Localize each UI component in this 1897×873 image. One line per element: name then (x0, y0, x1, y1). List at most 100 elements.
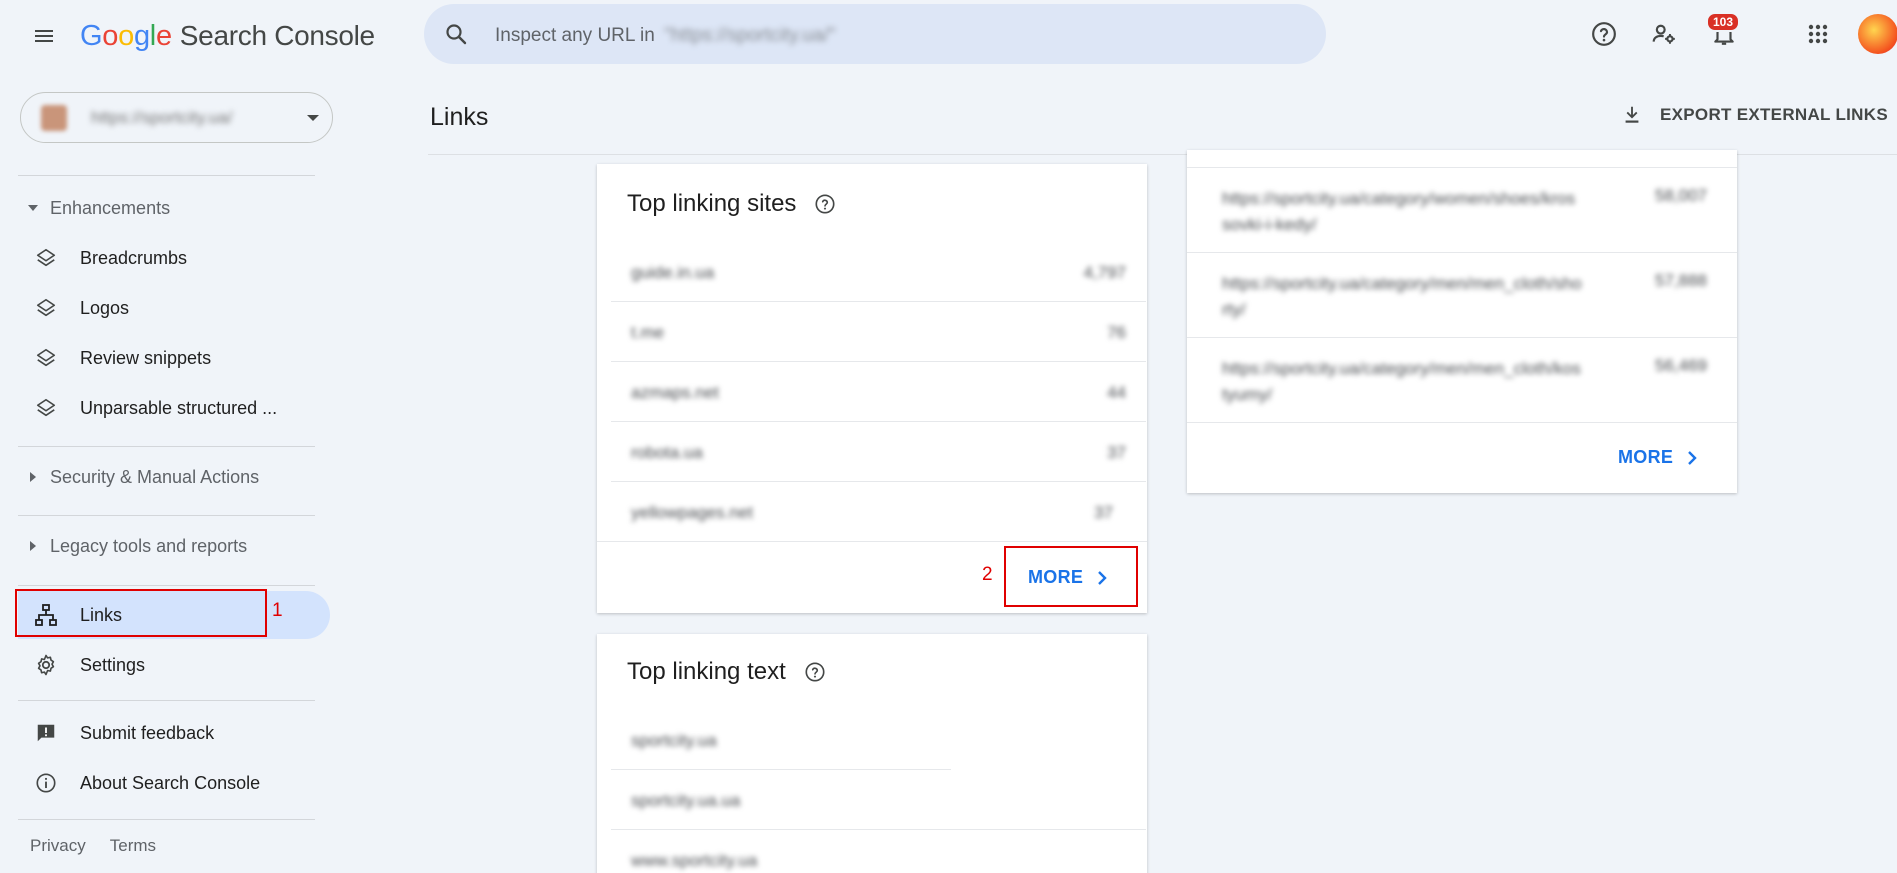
link-count: 76 (1107, 323, 1126, 342)
more-label: MORE (1618, 447, 1674, 467)
product-name: Search Console (179, 20, 375, 51)
section-security-label: Security & Manual Actions (50, 466, 260, 487)
privacy-link[interactable]: Privacy (30, 836, 86, 856)
table-row[interactable]: t.me 76 (611, 303, 1146, 362)
card-title: Top linking text (627, 658, 826, 686)
section-legacy-tools[interactable]: Legacy tools and reports (26, 534, 247, 558)
top-linked-pages-more-button[interactable]: MORE (1618, 447, 1701, 468)
export-label: EXPORT EXTERNAL LINKS (1660, 105, 1888, 124)
sidebar-item-about[interactable]: About Search Console (18, 759, 330, 807)
site-name: robota.ua (631, 443, 703, 462)
sidebar-divider (18, 700, 315, 701)
table-row[interactable]: yellowpages.net 37 (597, 483, 1147, 542)
sidebar-item-label: Review snippets (80, 347, 212, 368)
main-menu-button[interactable] (26, 18, 62, 54)
sidebar-item-breadcrumbs[interactable]: Breadcrumbs (18, 234, 330, 282)
layers-icon (34, 346, 58, 370)
collapse-triangle-icon (26, 201, 40, 215)
sidebar-item-settings[interactable]: Settings (18, 641, 330, 689)
layers-icon (34, 296, 58, 320)
table-row[interactable]: https://sportcity.ua/category/men/men_cl… (1187, 338, 1737, 423)
site-name: yellowpages.net (631, 503, 753, 522)
card-top-divider (1187, 150, 1737, 168)
terms-link[interactable]: Terms (110, 836, 156, 856)
link-count: 4,797 (1083, 263, 1126, 282)
sidebar-item-logos[interactable]: Logos (18, 284, 330, 332)
dropdown-caret-icon (307, 115, 319, 121)
table-row[interactable]: robota.ua 37 (611, 423, 1146, 482)
table-row[interactable]: azmaps.net 44 (611, 363, 1146, 422)
url-inspection-search[interactable]: Inspect any URL in "https://sportcity.ua… (424, 4, 1326, 64)
download-icon (1620, 103, 1644, 127)
table-row[interactable]: guide.in.ua 4,797 (611, 243, 1146, 302)
layers-icon (34, 246, 58, 270)
top-linking-text-title: Top linking text (627, 658, 786, 685)
hamburger-menu-icon (35, 30, 53, 42)
search-console-logo[interactable]: Google Search Console (80, 18, 375, 54)
gear-icon (34, 653, 58, 677)
link-count: 37 (1107, 443, 1126, 462)
sidebar-item-label: Settings (80, 654, 146, 675)
export-external-links-button[interactable]: EXPORT EXTERNAL LINKS (1620, 98, 1888, 132)
table-row[interactable]: sportcity.ua.ua (611, 771, 1146, 830)
site-name: guide.in.ua (631, 263, 715, 282)
account-avatar[interactable] (1858, 14, 1897, 54)
section-enhancements[interactable]: Enhancements (26, 196, 170, 220)
table-row[interactable]: sportcity.ua (611, 711, 951, 770)
sidebar-divider (18, 819, 315, 820)
sidebar-divider (18, 585, 315, 586)
page-url: https://sportcity.ua/category/women/shoe… (1222, 189, 1576, 234)
top-app-bar: Google Search Console Inspect any URL in… (0, 0, 1897, 70)
sidebar-item-label: Breadcrumbs (80, 247, 188, 268)
help-circle-icon[interactable] (814, 193, 836, 215)
footer-links: Privacy Terms (30, 836, 156, 856)
help-icon[interactable] (1586, 16, 1622, 52)
sidebar-item-submit-feedback[interactable]: Submit feedback (18, 709, 330, 757)
google-apps-icon[interactable] (1800, 16, 1836, 52)
top-linked-pages-card: https://sportcity.ua/category/women/shoe… (1187, 150, 1737, 493)
section-security-manual-actions[interactable]: Security & Manual Actions (26, 465, 259, 489)
sidebar-item-label: About Search Console (80, 772, 261, 793)
sidebar-item-unparsable-structured-data[interactable]: Unparsable structured ... (18, 384, 330, 432)
sidebar-divider (18, 175, 315, 176)
logo-letter: o (102, 19, 119, 52)
layers-icon (34, 396, 58, 420)
help-circle-icon[interactable] (804, 661, 826, 683)
table-row[interactable]: https://sportcity.ua/category/women/shoe… (1187, 168, 1737, 253)
site-name: t.me (631, 323, 665, 342)
page-url: https://sportcity.ua/category/men/men_cl… (1222, 359, 1581, 404)
property-name: https://sportcity.ua/ (91, 108, 233, 127)
link-count: 58,007 (1655, 186, 1707, 205)
link-count: 44 (1107, 383, 1126, 402)
sidebar-item-label: Submit feedback (80, 722, 215, 743)
page-url: https://sportcity.ua/category/men/men_cl… (1222, 274, 1582, 319)
page-title: Links (430, 103, 489, 131)
anchor-text: sportcity.ua (631, 731, 717, 750)
anchor-text: www.sportcity.ua (631, 851, 758, 870)
property-favicon (41, 105, 67, 131)
logo-letter: g (133, 19, 150, 52)
notification-count-badge: 103 (1706, 12, 1741, 32)
info-icon (34, 771, 58, 795)
user-settings-icon[interactable] (1646, 16, 1682, 52)
search-property-url: "https://sportcity.ua/" (664, 25, 836, 46)
search-icon (444, 22, 468, 46)
link-count: 56,469 (1655, 356, 1707, 375)
logo-letter: G (80, 19, 103, 52)
annotation-number-1: 1 (272, 600, 283, 621)
top-linking-sites-title: Top linking sites (627, 190, 797, 217)
link-count: 37 (1094, 503, 1113, 522)
site-name: azmaps.net (631, 383, 719, 402)
anchor-text: sportcity.ua.ua (631, 791, 741, 810)
top-linking-text-card: Top linking text sportcity.ua sportcity.… (597, 634, 1147, 873)
sidebar-divider (18, 515, 315, 516)
table-row[interactable]: https://sportcity.ua/category/men/men_cl… (1187, 253, 1737, 338)
sidebar-divider (18, 446, 315, 447)
table-row[interactable]: www.sportcity.ua (611, 831, 1146, 873)
search-placeholder: Inspect any URL in "https://sportcity.ua… (495, 25, 836, 46)
annotation-number-2: 2 (982, 564, 993, 585)
property-selector[interactable]: https://sportcity.ua/ (20, 92, 333, 143)
sidebar-item-review-snippets[interactable]: Review snippets (18, 334, 330, 382)
logo-letter: e (155, 19, 172, 52)
section-enhancements-label: Enhancements (50, 197, 171, 218)
